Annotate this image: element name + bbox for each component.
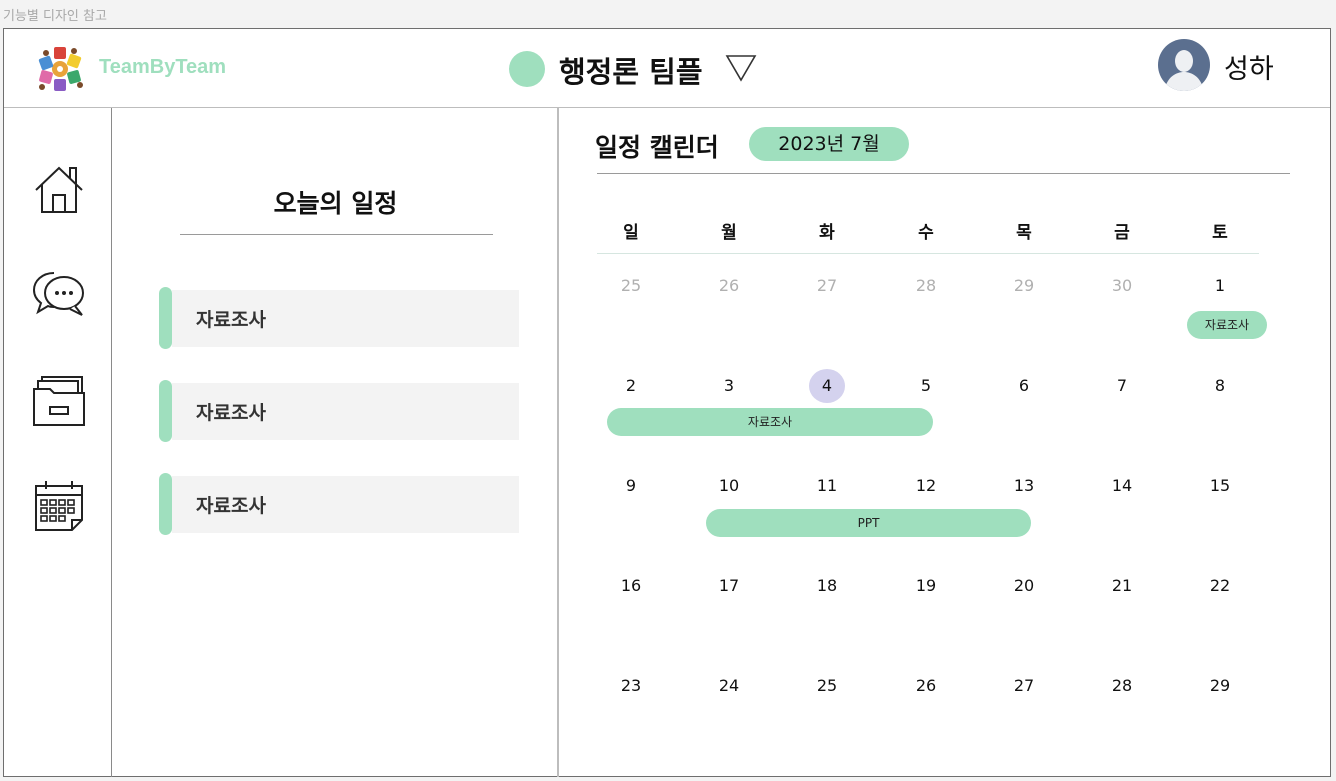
calendar-day[interactable]: 4: [807, 376, 847, 395]
weekday-label: 토: [1212, 223, 1228, 243]
calendar-day[interactable]: 19: [906, 576, 946, 595]
calendar-day[interactable]: 15: [1200, 476, 1240, 495]
calendar-day[interactable]: 8: [1200, 376, 1240, 395]
task-accent-bar: [159, 473, 172, 535]
calendar-day[interactable]: 23: [611, 676, 651, 695]
month-selector[interactable]: 2023년 7월: [749, 127, 909, 161]
calendar-day[interactable]: 13: [1004, 476, 1044, 495]
calendar-event[interactable]: 자료조사: [607, 408, 933, 436]
calendar-day-outside-month[interactable]: 25: [611, 276, 651, 295]
schedule-calendar: 일정 캘린더 2023년 7월 일 월 화 수 목 금 토 25 26 27 28 29 30 1 2 3 4 5…: [561, 108, 1332, 777]
today-schedule-panel: 오늘의 일정 자료조사 자료조사 자료조사: [112, 108, 559, 777]
team-name[interactable]: 행정론 팀플: [559, 49, 703, 91]
calendar-day[interactable]: 25: [807, 676, 847, 695]
calendar-day[interactable]: 12: [906, 476, 946, 495]
calendar-event[interactable]: PPT: [706, 509, 1031, 537]
calendar-day[interactable]: 11: [807, 476, 847, 495]
task-item[interactable]: 자료조사: [159, 287, 519, 349]
task-label: 자료조사: [196, 495, 266, 517]
logo-icon: [38, 47, 83, 91]
app-frame: TeamByTeam 행정론 팀플 성하 오늘의 일정 자료조사 자료조사 자료…: [3, 28, 1331, 777]
weekday-label: 화: [819, 223, 835, 243]
task-label: 자료조사: [196, 309, 266, 331]
frame-label: 기능별 디자인 참고: [3, 9, 107, 24]
calendar-day[interactable]: 7: [1102, 376, 1142, 395]
calendar-day[interactable]: 18: [807, 576, 847, 595]
calendar-day[interactable]: 3: [709, 376, 749, 395]
calendar-day-outside-month[interactable]: 30: [1102, 276, 1142, 295]
calendar-day[interactable]: 1: [1200, 276, 1240, 295]
calendar-day[interactable]: 6: [1004, 376, 1044, 395]
divider: [597, 173, 1290, 174]
calendar-day[interactable]: 14: [1102, 476, 1142, 495]
weekday-label: 월: [721, 223, 737, 243]
calendar-day[interactable]: 26: [906, 676, 946, 695]
weekday-divider: [597, 253, 1259, 254]
calendar-day[interactable]: 17: [709, 576, 749, 595]
calendar-day[interactable]: 5: [906, 376, 946, 395]
calendar-day-outside-month[interactable]: 26: [709, 276, 749, 295]
task-item[interactable]: 자료조사: [159, 473, 519, 535]
chat-icon[interactable]: [30, 265, 88, 323]
calendar-day[interactable]: 24: [709, 676, 749, 695]
calendar-day[interactable]: 16: [611, 576, 651, 595]
team-color-dot: [509, 51, 545, 87]
home-icon[interactable]: [30, 162, 88, 220]
weekday-label: 수: [918, 223, 934, 243]
sidebar: [4, 108, 112, 777]
calendar-day[interactable]: 28: [1102, 676, 1142, 695]
calendar-day-outside-month[interactable]: 28: [906, 276, 946, 295]
calendar-day[interactable]: 2: [611, 376, 651, 395]
triangle-down-icon[interactable]: [725, 53, 757, 83]
calendar-day[interactable]: 22: [1200, 576, 1240, 595]
calendar-day-outside-month[interactable]: 29: [1004, 276, 1044, 295]
calendar-event[interactable]: 자료조사: [1187, 311, 1267, 339]
brand-name[interactable]: TeamByTeam: [99, 56, 226, 79]
divider: [180, 234, 493, 235]
task-item[interactable]: 자료조사: [159, 380, 519, 442]
weekday-label: 일: [623, 223, 639, 243]
task-accent-bar: [159, 380, 172, 442]
calendar-day[interactable]: 20: [1004, 576, 1044, 595]
avatar[interactable]: [1158, 39, 1210, 91]
today-schedule-title: 오늘의 일정: [273, 189, 398, 218]
header: TeamByTeam 행정론 팀플 성하: [4, 29, 1330, 108]
calendar-day[interactable]: 21: [1102, 576, 1142, 595]
calendar-day[interactable]: 27: [1004, 676, 1044, 695]
folder-icon[interactable]: [30, 371, 88, 429]
task-label: 자료조사: [196, 402, 266, 424]
calendar-day[interactable]: 10: [709, 476, 749, 495]
user-name[interactable]: 성하: [1224, 47, 1274, 86]
calendar-title: 일정 캘린더: [595, 133, 719, 162]
calendar-day[interactable]: 9: [611, 476, 651, 495]
calendar-day[interactable]: 29: [1200, 676, 1240, 695]
task-accent-bar: [159, 287, 172, 349]
weekday-label: 금: [1114, 223, 1130, 243]
weekday-label: 목: [1016, 223, 1032, 243]
calendar-icon[interactable]: [30, 476, 88, 534]
calendar-day-outside-month[interactable]: 27: [807, 276, 847, 295]
